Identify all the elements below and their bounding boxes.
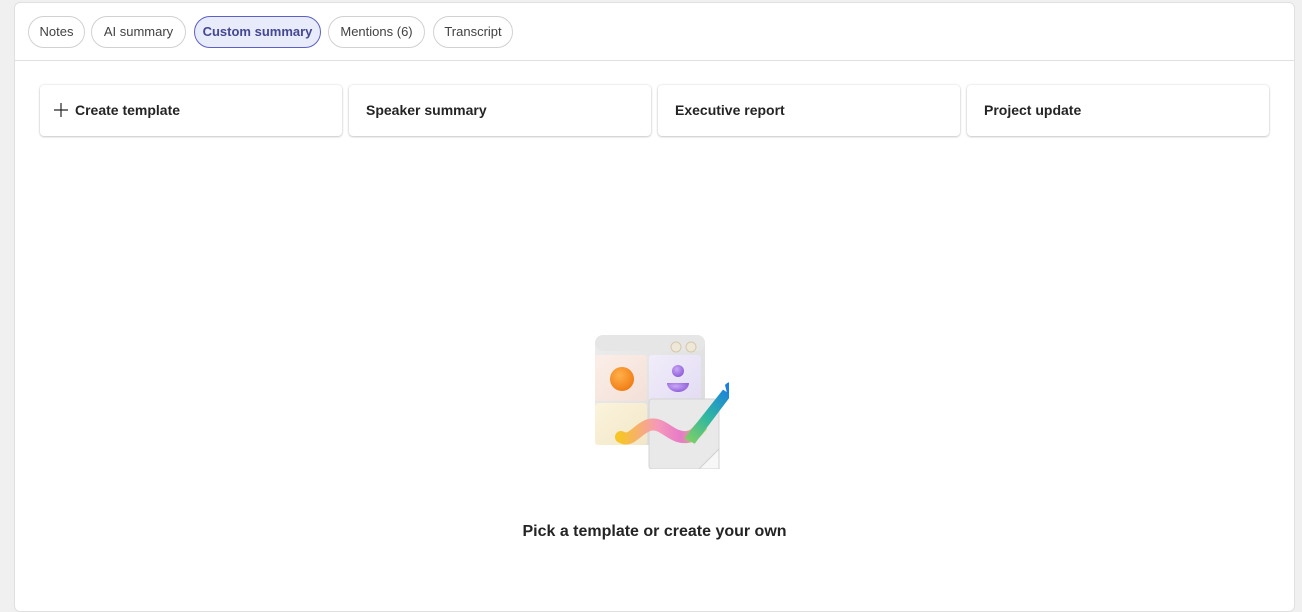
template-project-update[interactable]: Project update bbox=[967, 85, 1269, 136]
template-speaker-summary[interactable]: Speaker summary bbox=[349, 85, 651, 136]
tab-transcript[interactable]: Transcript bbox=[433, 16, 513, 48]
tab-bar: Notes AI summary Custom summary Mentions… bbox=[15, 3, 1294, 61]
tab-ai-summary[interactable]: AI summary bbox=[91, 16, 186, 48]
empty-state-message: Pick a template or create your own bbox=[522, 523, 787, 540]
template-executive-report[interactable]: Executive report bbox=[658, 85, 960, 136]
plus-icon bbox=[53, 88, 69, 117]
tab-mentions[interactable]: Mentions (6) bbox=[328, 16, 425, 48]
template-illustration bbox=[579, 333, 740, 470]
custom-summary-panel: Notes AI summary Custom summary Mentions… bbox=[14, 2, 1295, 612]
create-template-button[interactable]: Create template bbox=[40, 85, 342, 136]
tab-notes[interactable]: Notes bbox=[28, 16, 85, 48]
tab-custom-summary[interactable]: Custom summary bbox=[194, 16, 321, 48]
create-template-label: Create template bbox=[75, 102, 181, 118]
